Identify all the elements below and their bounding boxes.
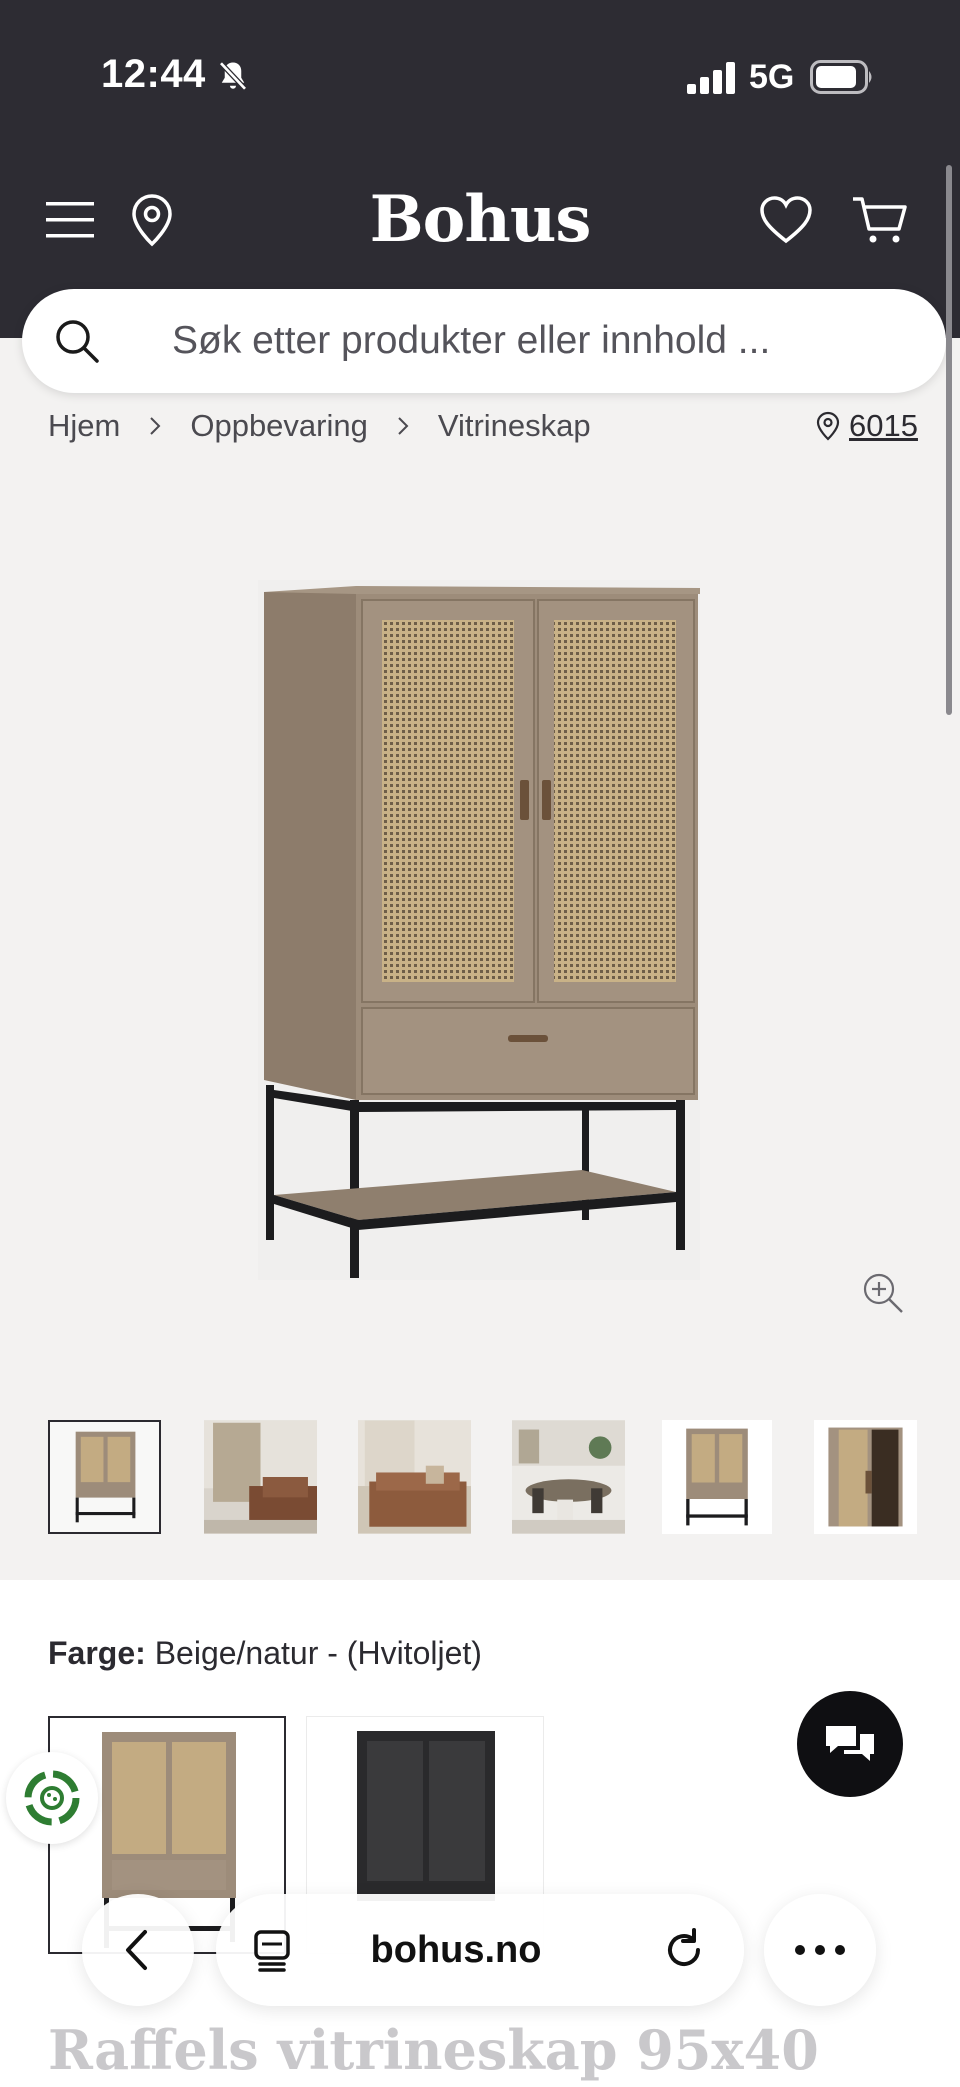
address-bar[interactable]: bohus.no [216, 1894, 744, 2006]
location-pin-icon[interactable] [122, 180, 182, 260]
thumbnail-3[interactable] [358, 1420, 471, 1534]
breadcrumb-vitrineskap[interactable]: Vitrineskap [438, 408, 591, 444]
sustainability-badge[interactable] [6, 1752, 98, 1844]
store-selector[interactable]: 6015 [815, 404, 918, 448]
breadcrumb: Hjem Oppbevaring Vitrineskap [48, 404, 591, 448]
bell-muted-icon [219, 61, 247, 91]
thumbnail-5[interactable] [662, 1420, 772, 1534]
breadcrumb-oppbevaring[interactable]: Oppbevaring [190, 408, 368, 444]
location-pin-icon [816, 411, 840, 441]
thumbnail-6[interactable] [814, 1420, 917, 1534]
tabs-icon [254, 1930, 290, 1972]
search-input[interactable]: Søk etter produkter eller innhold ... [22, 289, 946, 393]
heart-icon[interactable] [756, 180, 816, 260]
cart-icon[interactable] [850, 180, 910, 260]
back-button[interactable] [82, 1894, 194, 2006]
thumbnail-1[interactable] [48, 1420, 161, 1534]
more-options-button[interactable] [764, 1894, 876, 2006]
breadcrumb-home[interactable]: Hjem [48, 408, 120, 444]
color-label-value: Beige/natur - (Hvitoljet) [154, 1635, 482, 1671]
thumbnail-4[interactable] [512, 1420, 625, 1534]
chat-button[interactable] [797, 1691, 903, 1797]
cellular-signal-icon [687, 62, 735, 94]
color-label-key: Farge: [48, 1635, 146, 1671]
zoom-in-icon[interactable] [860, 1270, 906, 1316]
search-placeholder: Søk etter produkter eller innhold ... [172, 319, 771, 362]
store-number: 6015 [849, 408, 918, 443]
thumbnail-strip [48, 1420, 960, 1534]
color-label: Farge: Beige/natur - (Hvitoljet) [48, 1635, 482, 1672]
browser-toolbar: bohus.no [0, 1880, 960, 2020]
chevron-right-icon [398, 417, 409, 435]
recycle-icon [24, 1770, 80, 1826]
menu-icon[interactable] [40, 180, 100, 260]
thumbnail-2[interactable] [204, 1420, 317, 1534]
search-icon [56, 320, 99, 363]
network-type: 5G [749, 58, 795, 96]
ellipsis-icon [795, 1945, 845, 1955]
status-time: 12:44 [101, 52, 206, 96]
reload-icon[interactable] [658, 1924, 710, 1976]
cabinet-illustration [264, 586, 700, 1278]
chevron-right-icon [150, 417, 161, 435]
product-title: Raffels vitrineskap 95x40 [48, 2018, 819, 2082]
bohus-logo[interactable]: Bohus [330, 180, 630, 260]
status-bar: 12:44 5G [0, 0, 960, 150]
product-main-image[interactable] [258, 580, 700, 1280]
page-scrollbar[interactable] [946, 165, 952, 715]
chat-bubbles-icon [826, 1726, 874, 1761]
battery-icon [810, 60, 872, 94]
chevron-left-icon [126, 1930, 147, 1970]
url-domain: bohus.no [370, 1929, 542, 1971]
